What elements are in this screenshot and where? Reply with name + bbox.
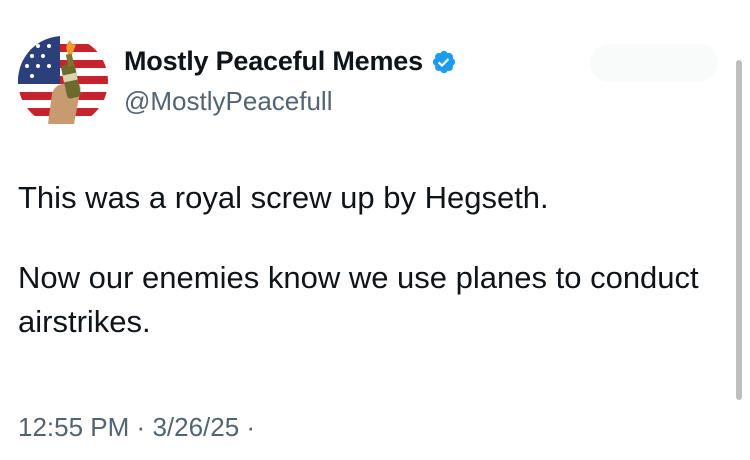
handle[interactable]: @MostlyPeacefull [124, 86, 332, 117]
verified-badge-icon [431, 49, 457, 75]
author-row: Mostly Peaceful Memes [124, 46, 457, 77]
tweet-card: Mostly Peaceful Memes @MostlyPeacefull T… [0, 0, 750, 460]
tweet-time[interactable]: 12:55 PM [18, 412, 129, 442]
tweet-text: This was a royal screw up by Hegseth. No… [18, 176, 718, 344]
scrollbar[interactable] [736, 60, 742, 400]
tweet-date[interactable]: 3/26/25 [152, 412, 239, 442]
display-name[interactable]: Mostly Peaceful Memes [124, 46, 423, 77]
follow-button-blurred[interactable] [590, 44, 718, 82]
meta-separator-trailing: · [246, 412, 256, 442]
tweet-paragraph: Now our enemies know we use planes to co… [18, 260, 699, 339]
meta-separator: · [136, 412, 146, 442]
tweet-meta: 12:55 PM · 3/26/25 · [18, 412, 255, 443]
tweet-paragraph: This was a royal screw up by Hegseth. [18, 180, 549, 215]
avatar-image [18, 36, 108, 126]
avatar[interactable] [18, 36, 108, 126]
